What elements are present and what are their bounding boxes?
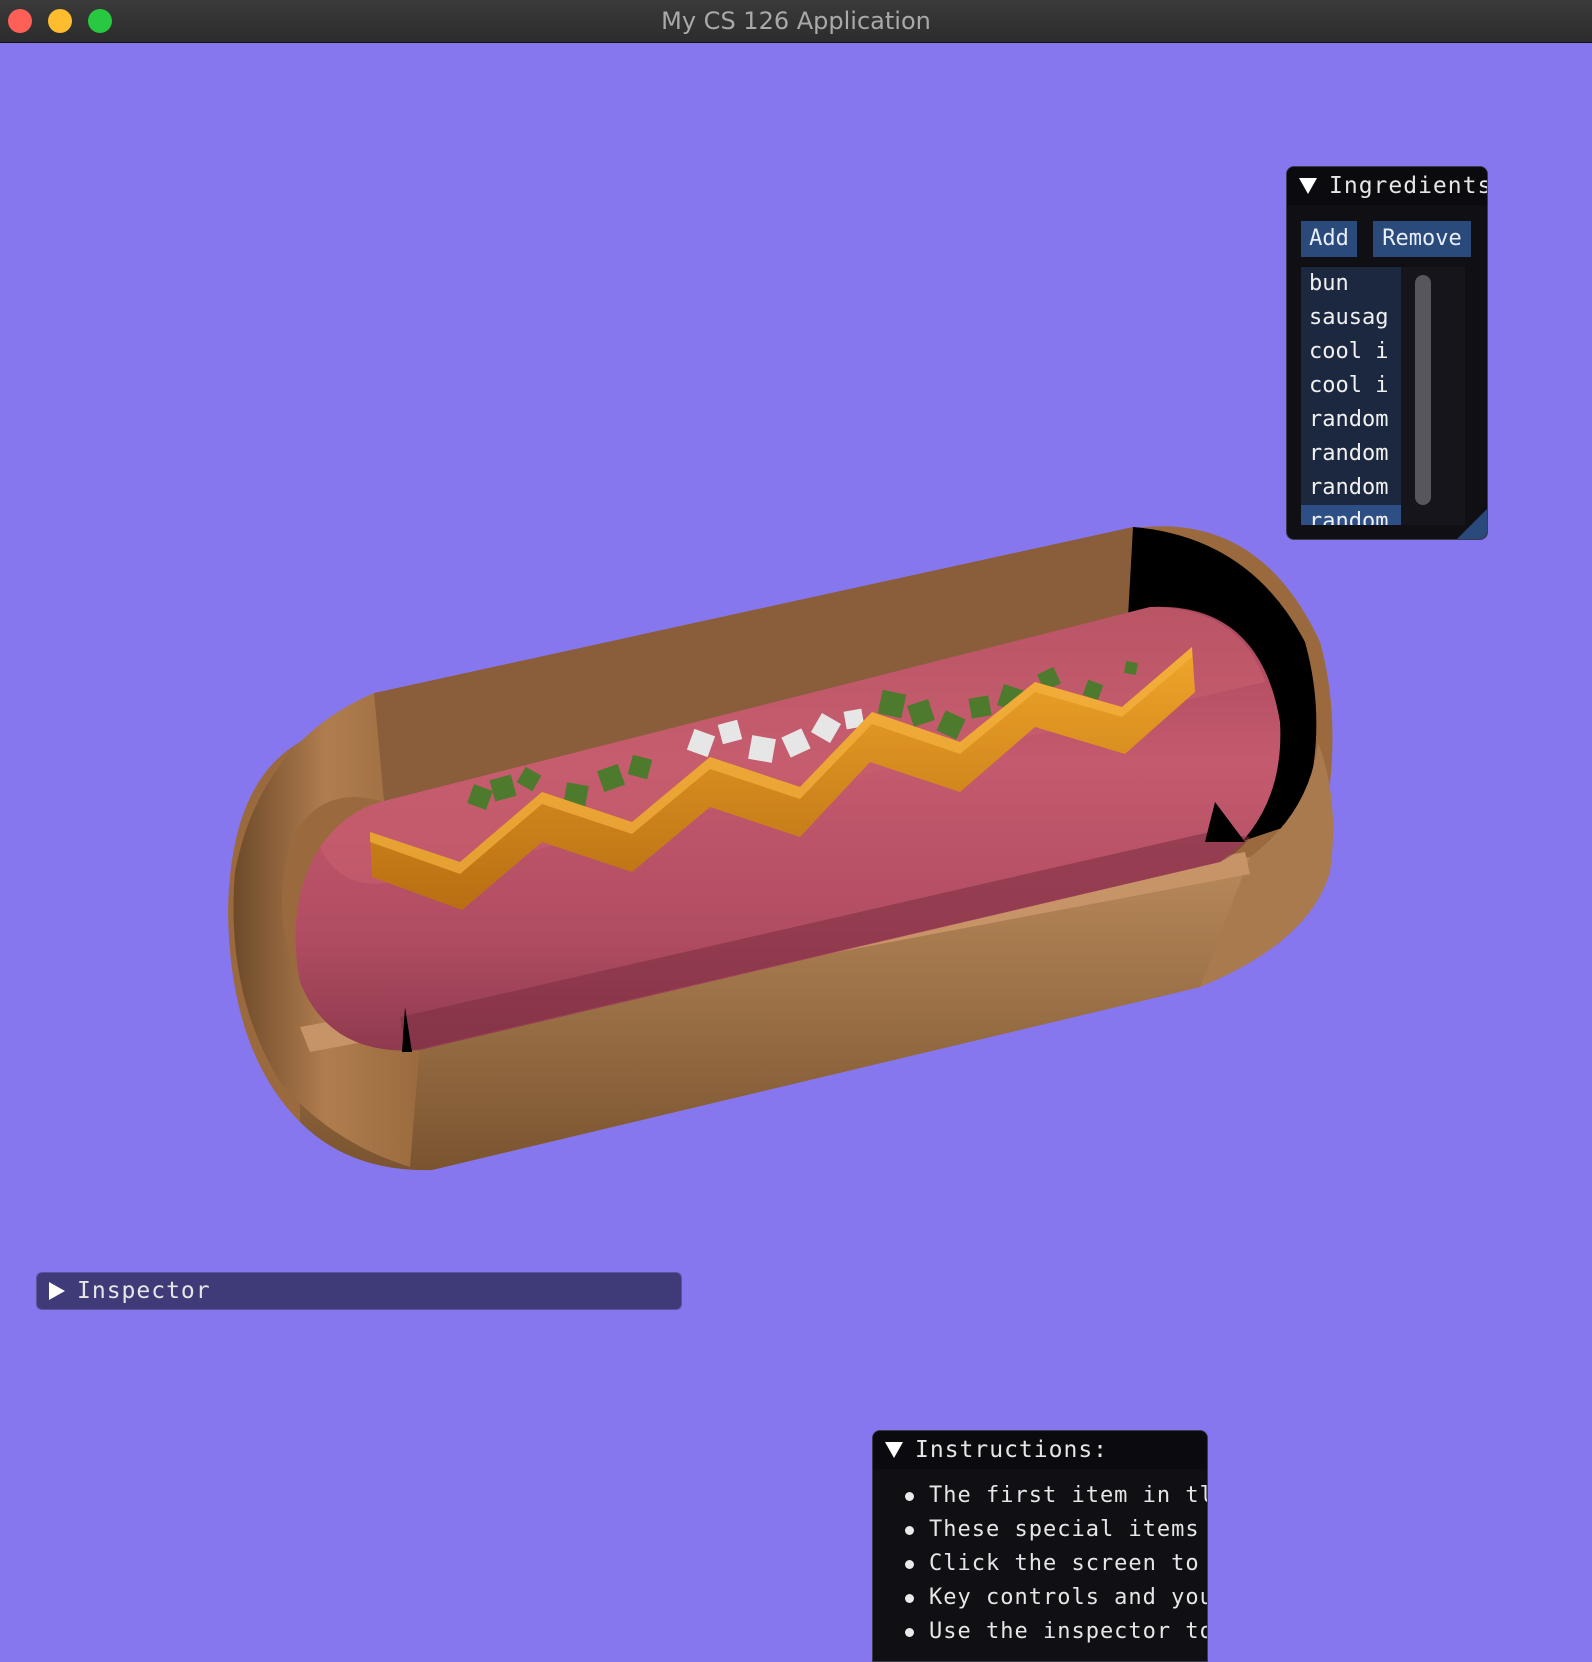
list-scrollbar[interactable] (1411, 267, 1435, 525)
list-item[interactable]: random (1301, 471, 1401, 505)
title-bar: My CS 126 Application (0, 0, 1592, 43)
list-item-selected[interactable]: random (1301, 505, 1401, 525)
remove-button[interactable]: Remove (1373, 221, 1471, 257)
instructions-panel[interactable]: Instructions: The first item in tl These… (872, 1430, 1208, 1662)
add-button[interactable]: Add (1301, 221, 1357, 257)
list-item[interactable]: random (1301, 403, 1401, 437)
instruction-item: Click the screen to (873, 1547, 1207, 1581)
ingredients-header[interactable]: Ingredients (1287, 167, 1487, 205)
instruction-item: Key controls and you (873, 1581, 1207, 1615)
collapse-arrow-icon[interactable] (1299, 178, 1317, 194)
ingredients-title: Ingredients (1329, 173, 1488, 199)
inspector-panel[interactable]: Inspector (36, 1272, 682, 1310)
list-item[interactable]: bun (1301, 267, 1401, 301)
list-item[interactable]: sausag (1301, 301, 1401, 335)
ingredients-listbox[interactable]: bun sausag cool i cool i random random r… (1301, 267, 1465, 525)
ingredients-panel[interactable]: Ingredients Add Remove bun sausag cool i… (1286, 166, 1488, 540)
instructions-header[interactable]: Instructions: (873, 1431, 1207, 1469)
inspector-title: Inspector (77, 1278, 211, 1304)
instruction-item: These special items (873, 1513, 1207, 1547)
expand-arrow-icon[interactable] (49, 1282, 65, 1300)
instruction-item: The first item in tl (873, 1479, 1207, 1513)
instruction-item: Use the inspector to (873, 1615, 1207, 1649)
resize-grip-icon[interactable] (1457, 509, 1487, 539)
inspector-header[interactable]: Inspector (37, 1273, 681, 1309)
list-item[interactable]: cool i (1301, 369, 1401, 403)
collapse-arrow-icon[interactable] (885, 1442, 903, 1458)
instructions-title: Instructions: (915, 1437, 1109, 1463)
list-item[interactable]: random (1301, 437, 1401, 471)
window-title: My CS 126 Application (661, 7, 931, 35)
list-item[interactable]: cool i (1301, 335, 1401, 369)
scrollbar-thumb[interactable] (1415, 275, 1431, 505)
